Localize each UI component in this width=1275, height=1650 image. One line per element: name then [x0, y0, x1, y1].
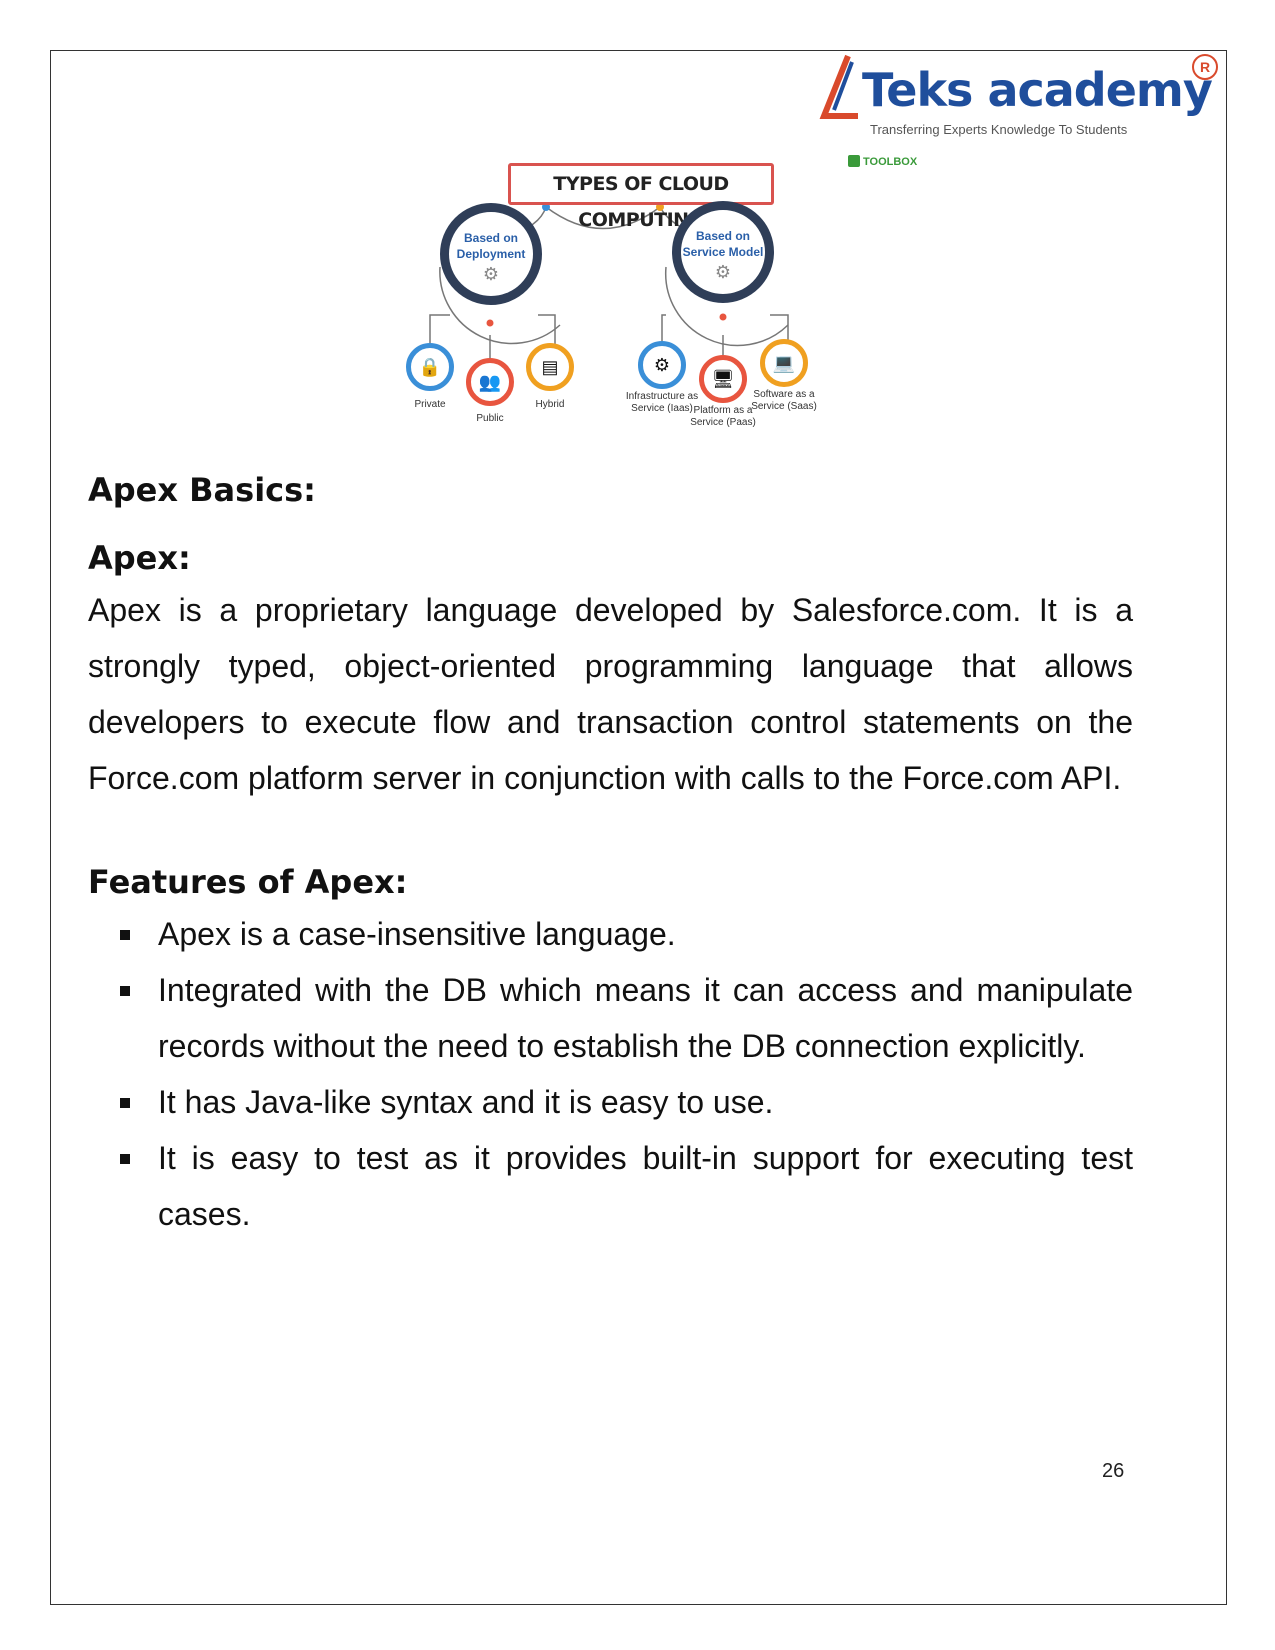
leaf-label-private: Private — [414, 399, 446, 410]
lock-icon: 🔒 — [406, 343, 454, 391]
section-title: Apex Basics: — [88, 471, 316, 509]
gear-icon: ⚙ — [482, 264, 500, 284]
cog-icon: ⚙ — [638, 341, 686, 389]
logo-tagline: Transferring Experts Knowledge To Studen… — [870, 122, 1128, 137]
logo-mark-icon — [819, 54, 858, 119]
registered-mark: R — [1192, 54, 1218, 80]
monitor-icon: 🖥 — [699, 355, 747, 403]
page-number: 26 — [1102, 1460, 1125, 1482]
leaf-label-saas: Software as a Service (Saas) — [751, 389, 817, 412]
toolbox-icon — [848, 155, 860, 167]
teks-academy-logo: Teks academy Transferring Experts Knowle… — [812, 48, 1222, 142]
features-list: Apex is a case-insensitive language. Int… — [88, 906, 1133, 1242]
gear-icon: ⚙ — [714, 262, 732, 282]
laptop-icon: 💻 — [760, 339, 808, 387]
apex-paragraph: Apex is a proprietary language developed… — [88, 592, 1133, 796]
page-content: Apex Basics: Apex: Apex is a proprietary… — [88, 470, 1133, 1242]
source-credit: TOOLBOX — [848, 155, 917, 168]
diagram-title: TYPES OF CLOUD COMPUTING — [508, 163, 774, 231]
leaf-label-hybrid: Hybrid — [535, 399, 565, 410]
list-item: Integrated with the DB which means it ca… — [120, 962, 1133, 1074]
list-item: Apex is a case-insensitive language. — [120, 906, 1133, 962]
service-model-hub-label: Based on Service Model — [682, 229, 764, 259]
list-item: It is easy to test as it provides built-… — [120, 1130, 1133, 1242]
deployment-hub-label: Based on Deployment — [456, 231, 526, 261]
logo-name: Teks academy — [862, 63, 1213, 117]
features-heading: Features of Apex: — [88, 863, 408, 901]
leaf-label-public: Public — [476, 413, 504, 424]
deployment-hub: Based on Deployment ⚙ — [440, 203, 542, 305]
source-label: TOOLBOX — [863, 156, 918, 168]
people-icon: 👥 — [466, 358, 514, 406]
apex-heading: Apex: — [88, 539, 191, 577]
server-icon: ▤ — [526, 343, 574, 391]
cloud-computing-diagram: TYPES OF CLOUD COMPUTING TOOLBOX Based o… — [406, 155, 920, 465]
list-item: It has Java-like syntax and it is easy t… — [120, 1074, 1133, 1130]
service-model-hub: Based on Service Model ⚙ — [672, 201, 774, 303]
